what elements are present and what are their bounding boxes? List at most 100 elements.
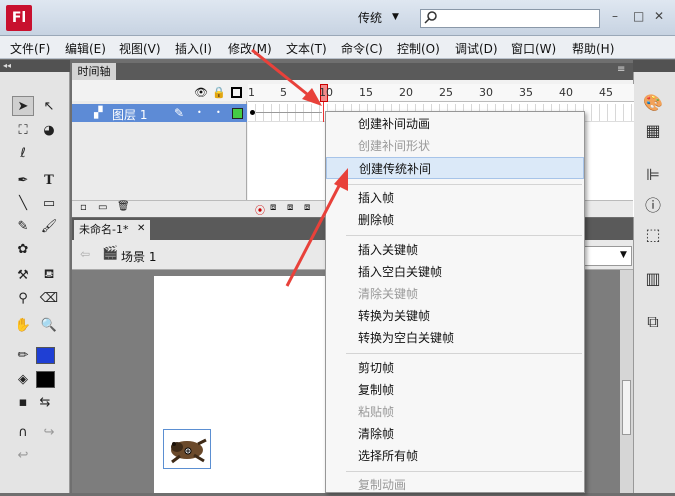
close-icon[interactable]: ✕ [137,223,145,234]
menu-item-select-all-frames[interactable]: 选择所有帧 [326,445,584,467]
chevron-down-icon[interactable]: ▼ [392,12,399,22]
menu-text[interactable]: 文本(T) [286,40,327,57]
menu-item-insert-frame[interactable]: 插入帧 [326,187,584,209]
help-search-input[interactable] [420,9,600,28]
snap-magnet-icon[interactable]: ∩ [12,422,34,442]
menu-item-create-classic-tween[interactable]: 创建传统补间 [326,157,584,179]
new-layer-icon[interactable]: ▫ [80,202,87,213]
close-button[interactable]: ✕ [654,9,664,23]
eye-icon[interactable]: 👁 [194,86,208,99]
delete-layer-icon[interactable]: 🗑 [117,201,130,212]
zoom-icon[interactable]: 🔍 [38,315,60,335]
menu-item-create-shape-tween[interactable]: 创建补间形状 [326,135,584,157]
menu-item-create-motion-tween[interactable]: 创建补间动画 [326,113,584,135]
menu-item-insert-blank-keyframe[interactable]: 插入空白关键帧 [326,261,584,283]
smooth-icon[interactable]: ↪ [38,422,60,442]
layer-icon: ▞ [94,106,103,119]
ruler-label: 10 [319,86,333,99]
menu-separator [346,353,582,354]
visibility-dot[interactable]: • [197,108,202,117]
menu-item-clear-frames[interactable]: 清除帧 [326,423,584,445]
3d-rotation-icon[interactable]: ◕ [38,120,60,140]
onion-skin-icon[interactable]: ⧈ [270,202,276,213]
ruler-label: 35 [519,86,533,99]
scene-clapper-icon: 🎬 [102,246,119,261]
menu-separator [346,184,582,185]
menu-window[interactable]: 窗口(W) [511,40,556,57]
stroke-pencil-icon: ✏ [17,347,29,363]
menu-item-insert-keyframe[interactable]: 插入关键帧 [326,239,584,261]
menu-item-remove-frame[interactable]: 删除帧 [326,209,584,231]
align-icon[interactable]: ⊫ [640,162,666,186]
layer-color-box[interactable] [232,108,243,119]
straighten-icon[interactable]: ↩ [12,445,34,465]
lock-dot[interactable]: • [216,108,221,117]
menu-modify[interactable]: 修改(M) [228,40,272,57]
edit-multiple-frames-icon[interactable]: ⧈ [304,202,310,213]
library-icon[interactable]: ▥ [640,266,666,290]
center-frame-icon[interactable]: ⦿ [255,202,265,217]
outline-icon[interactable] [231,87,242,98]
stroke-color-swatch[interactable] [36,347,55,364]
scrollbar-thumb[interactable] [622,380,631,435]
bone-icon[interactable]: ⚒ [12,265,34,285]
deco-icon[interactable]: ✿ [12,239,34,259]
eyedropper-icon[interactable]: ⚲ [12,288,34,308]
lasso-icon[interactable]: ℓ [12,143,34,163]
panel-collapse-bar[interactable]: ◂◂ [0,60,70,72]
default-colors-icon[interactable]: ▪ [12,392,34,412]
panel-menu-icon[interactable]: ≡ [617,64,625,75]
back-arrow-icon[interactable]: ⇦ [80,247,90,261]
free-transform-icon[interactable]: ⛶ [12,120,34,140]
info-icon[interactable]: ⓘ [640,192,666,216]
menu-item-paste-frames[interactable]: 粘贴帧 [326,401,584,423]
onion-outline-icon[interactable]: ⧈ [287,202,293,213]
menu-item-convert-to-keyframe[interactable]: 转换为关键帧 [326,305,584,327]
search-icon [424,11,437,24]
panel-collapse-bar-right[interactable] [633,60,675,72]
ruler-label: 40 [559,86,573,99]
new-folder-icon[interactable]: ▭ [98,202,107,213]
subselection-icon[interactable]: ↖ [38,96,60,116]
pencil-icon[interactable]: ✎ [12,216,34,236]
lock-icon[interactable]: 🔒 [212,86,226,99]
swap-colors-icon[interactable]: ⇆ [34,392,56,412]
menu-item-convert-to-blank-keyframe[interactable]: 转换为空白关键帧 [326,327,584,349]
hand-icon[interactable]: ✋ [12,315,34,335]
color-palette-icon[interactable]: 🎨 [640,90,666,114]
rectangle-icon[interactable]: ▭ [38,193,60,213]
menu-separator [346,235,582,236]
minimize-button[interactable]: – [612,9,618,23]
chevron-down-icon[interactable]: ▼ [620,250,627,260]
scene-label[interactable]: 场景 1 [121,248,156,265]
pen-icon[interactable]: ✒ [12,170,34,190]
workspace-switcher[interactable]: 传统 [358,9,382,26]
selection-icon[interactable]: ➤ [12,96,34,116]
maximize-button[interactable]: □ [633,9,644,23]
components-icon[interactable]: ⧉ [640,310,666,334]
swatches-grid-icon[interactable]: ▦ [640,118,666,142]
menu-commands[interactable]: 命令(C) [341,40,383,57]
menu-control[interactable]: 控制(O) [397,40,440,57]
text-icon[interactable]: T [38,170,60,190]
menu-item-cut-frames[interactable]: 剪切帧 [326,357,584,379]
line-icon[interactable]: ╲ [12,193,34,213]
frog-graphic [171,438,207,464]
brush-icon[interactable]: 🖌 [38,216,60,236]
transform-icon[interactable]: ⬚ [640,222,666,246]
menu-view[interactable]: 视图(V) [119,40,161,57]
tab-timeline[interactable]: 时间轴 [72,63,116,80]
menu-edit[interactable]: 编辑(E) [65,40,106,57]
eraser-icon[interactable]: ⌫ [38,288,60,308]
menu-insert[interactable]: 插入(I) [175,40,212,57]
menu-file[interactable]: 文件(F) [10,40,50,57]
menu-debug[interactable]: 调试(D) [455,40,498,57]
layer-name[interactable]: 图层 1 [112,106,147,123]
menu-item-copy-frames[interactable]: 复制帧 [326,379,584,401]
frog-image[interactable] [163,429,211,469]
paint-bucket-icon[interactable]: ⛾ [38,265,60,285]
keyframe-dot[interactable] [250,110,255,115]
fill-color-swatch[interactable] [36,371,55,388]
menu-help[interactable]: 帮助(H) [572,40,614,57]
menu-item-clear-keyframe[interactable]: 清除关键帧 [326,283,584,305]
